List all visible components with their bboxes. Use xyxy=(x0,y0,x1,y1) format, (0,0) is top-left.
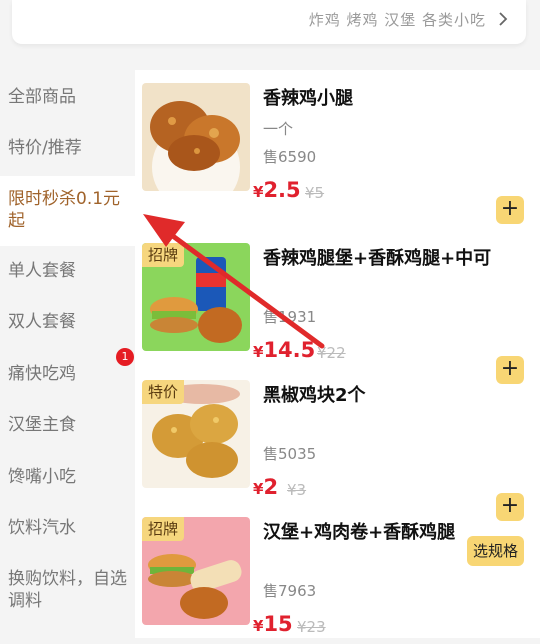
price-currency: ¥ xyxy=(253,617,264,635)
category-sidebar: 全部商品 特价/推荐 限时秒杀0.1元起 单人套餐 双人套餐 痛快吃鸡 汉堡主食… xyxy=(0,70,135,638)
sidebar-item-condiments[interactable]: 换购饮料，自选调料 xyxy=(0,568,135,612)
cart-count-badge: 1 xyxy=(116,348,134,366)
product-sales: 售5035 xyxy=(263,445,317,463)
product-image-combo: 招牌 xyxy=(142,243,250,351)
product-title: 香辣鸡腿堡+香酥鸡腿+中可 xyxy=(263,248,492,269)
price-value: 15 xyxy=(263,612,293,636)
price-currency: ¥ xyxy=(253,480,264,498)
product-price: ¥2 xyxy=(253,475,278,499)
product-item[interactable]: 特价 黑椒鸡块2个 售5035 ¥2 ¥3 + xyxy=(135,367,540,521)
product-subtitle: 一个 xyxy=(263,120,294,138)
sidebar-item-burgers[interactable]: 汉堡主食 xyxy=(0,414,135,436)
price-currency: ¥ xyxy=(253,183,264,201)
product-price: ¥14.5 xyxy=(253,338,315,362)
product-title: 黑椒鸡块2个 xyxy=(263,385,366,406)
shop-tags-card[interactable]: 炸鸡 烤鸡 汉堡 各类小吃 xyxy=(12,0,526,44)
product-price: ¥2.5 xyxy=(253,178,301,202)
price-value: 14.5 xyxy=(263,338,316,362)
product-tag: 特价 xyxy=(142,380,185,404)
chevron-right-icon[interactable] xyxy=(494,10,512,28)
product-title: 香辣鸡小腿 xyxy=(263,88,353,109)
sidebar-item-double-meal[interactable]: 双人套餐 xyxy=(0,311,135,333)
original-price: ¥23 xyxy=(297,618,326,636)
sidebar-item-all[interactable]: 全部商品 xyxy=(0,86,135,108)
sidebar-item-flash-sale[interactable]: 限时秒杀0.1元起 xyxy=(0,176,135,246)
original-price: ¥22 xyxy=(317,344,346,362)
sidebar-item-snacks[interactable]: 馋嘴小吃 xyxy=(0,466,135,488)
product-tag: 招牌 xyxy=(142,243,185,267)
sidebar-item-single-meal[interactable]: 单人套餐 xyxy=(0,260,135,282)
product-tag: 招牌 xyxy=(142,517,185,541)
original-price: ¥5 xyxy=(305,184,325,202)
select-spec-button[interactable]: 选规格 xyxy=(466,536,524,566)
add-to-cart-button[interactable]: + xyxy=(496,196,524,224)
product-image-drumstick xyxy=(142,83,250,191)
original-price: ¥3 xyxy=(287,481,307,499)
product-item[interactable]: 香辣鸡小腿 一个 售6590 ¥2.5 ¥5 + xyxy=(135,70,540,224)
product-title: 汉堡+鸡肉卷+香酥鸡腿 xyxy=(263,522,456,543)
product-image-nuggets: 特价 xyxy=(142,380,250,488)
product-sales: 售6590 xyxy=(263,148,317,166)
product-sales: 售1931 xyxy=(263,308,317,326)
sidebar-item-drinks[interactable]: 饮料汽水 xyxy=(0,517,135,539)
sidebar-item-chicken[interactable]: 痛快吃鸡 xyxy=(0,363,135,385)
product-price: ¥15 xyxy=(253,612,293,636)
price-value: 2 xyxy=(263,475,279,499)
price-currency: ¥ xyxy=(253,343,264,361)
shop-tags: 炸鸡 烤鸡 汉堡 各类小吃 xyxy=(308,11,486,29)
product-item[interactable]: 招牌 香辣鸡腿堡+香酥鸡腿+中可 售1931 ¥14.5 ¥22 + xyxy=(135,230,540,384)
sidebar-item-special[interactable]: 特价/推荐 xyxy=(0,137,135,159)
product-sales: 售7963 xyxy=(263,582,317,600)
price-value: 2.5 xyxy=(263,178,301,202)
product-item[interactable]: 招牌 汉堡+鸡肉卷+香酥鸡腿 售7963 ¥15 ¥23 xyxy=(135,504,540,644)
product-image-burger-wrap: 招牌 xyxy=(142,517,250,625)
